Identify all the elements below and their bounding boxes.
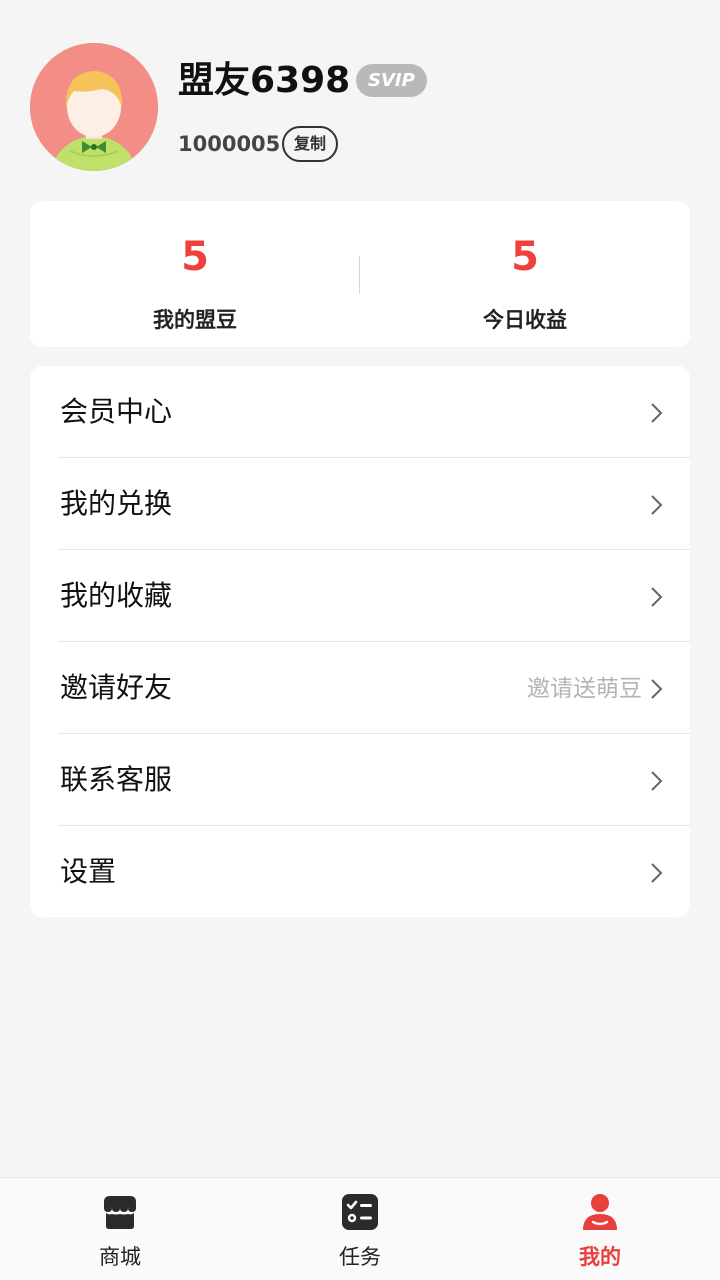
stat-value: 5 xyxy=(181,234,209,280)
profile-header: 盟友6398 SVIP 1000005 复制 xyxy=(30,43,690,173)
menu-list: 会员中心 我的兑换 我的收藏 邀请好友 邀请送萌豆 联系客服 设置 xyxy=(30,366,690,917)
tab-label: 我的 xyxy=(579,1245,621,1269)
avatar-illustration xyxy=(30,43,158,171)
menu-item-hint: 邀请送萌豆 xyxy=(527,676,642,702)
stats-card: 5 我的盟豆 5 今日收益 xyxy=(30,201,690,347)
store-icon xyxy=(104,1196,136,1229)
stat-today-earnings[interactable]: 5 今日收益 xyxy=(360,201,690,347)
menu-item-my-exchange[interactable]: 我的兑换 xyxy=(58,458,690,550)
chevron-right-icon xyxy=(651,679,663,699)
avatar[interactable] xyxy=(30,43,158,171)
stat-beans[interactable]: 5 我的盟豆 xyxy=(30,201,360,347)
user-id: 1000005 xyxy=(178,132,281,156)
menu-item-label: 我的收藏 xyxy=(60,579,173,612)
profile-page: 盟友6398 SVIP 1000005 复制 5 我的盟豆 5 今日收益 会员中… xyxy=(0,0,720,1280)
chevron-right-icon xyxy=(651,771,663,791)
stat-value: 5 xyxy=(511,234,539,280)
tab-tasks[interactable]: 任务 xyxy=(240,1178,480,1280)
stat-label: 今日收益 xyxy=(483,308,567,332)
stat-label: 我的盟豆 xyxy=(153,308,237,332)
chevron-right-icon xyxy=(651,403,663,423)
menu-item-invite-friends[interactable]: 邀请好友 邀请送萌豆 xyxy=(58,642,690,734)
user-icon xyxy=(583,1194,617,1230)
svip-badge: SVIP xyxy=(356,64,427,97)
menu-item-label: 我的兑换 xyxy=(60,487,173,520)
menu-item-label: 设置 xyxy=(60,855,117,888)
nickname: 盟友6398 xyxy=(178,60,351,101)
bottom-tab-bar: 商城 任务 我的 xyxy=(0,1177,720,1280)
chevron-right-icon xyxy=(651,495,663,515)
menu-item-settings[interactable]: 设置 xyxy=(58,826,690,917)
tab-label: 商城 xyxy=(99,1245,141,1269)
menu-item-label: 联系客服 xyxy=(60,763,173,796)
menu-item-member-center[interactable]: 会员中心 xyxy=(58,366,690,458)
chevron-right-icon xyxy=(651,863,663,883)
tab-label: 任务 xyxy=(339,1245,381,1269)
menu-item-label: 会员中心 xyxy=(60,395,173,428)
menu-item-contact-support[interactable]: 联系客服 xyxy=(58,734,690,826)
menu-item-label: 邀请好友 xyxy=(60,671,173,704)
menu-item-my-favorites[interactable]: 我的收藏 xyxy=(58,550,690,642)
copy-button[interactable]: 复制 xyxy=(282,126,339,162)
chevron-right-icon xyxy=(651,587,663,607)
tab-mine[interactable]: 我的 xyxy=(480,1178,720,1280)
task-list-icon xyxy=(342,1194,378,1230)
tab-store[interactable]: 商城 xyxy=(0,1178,240,1280)
